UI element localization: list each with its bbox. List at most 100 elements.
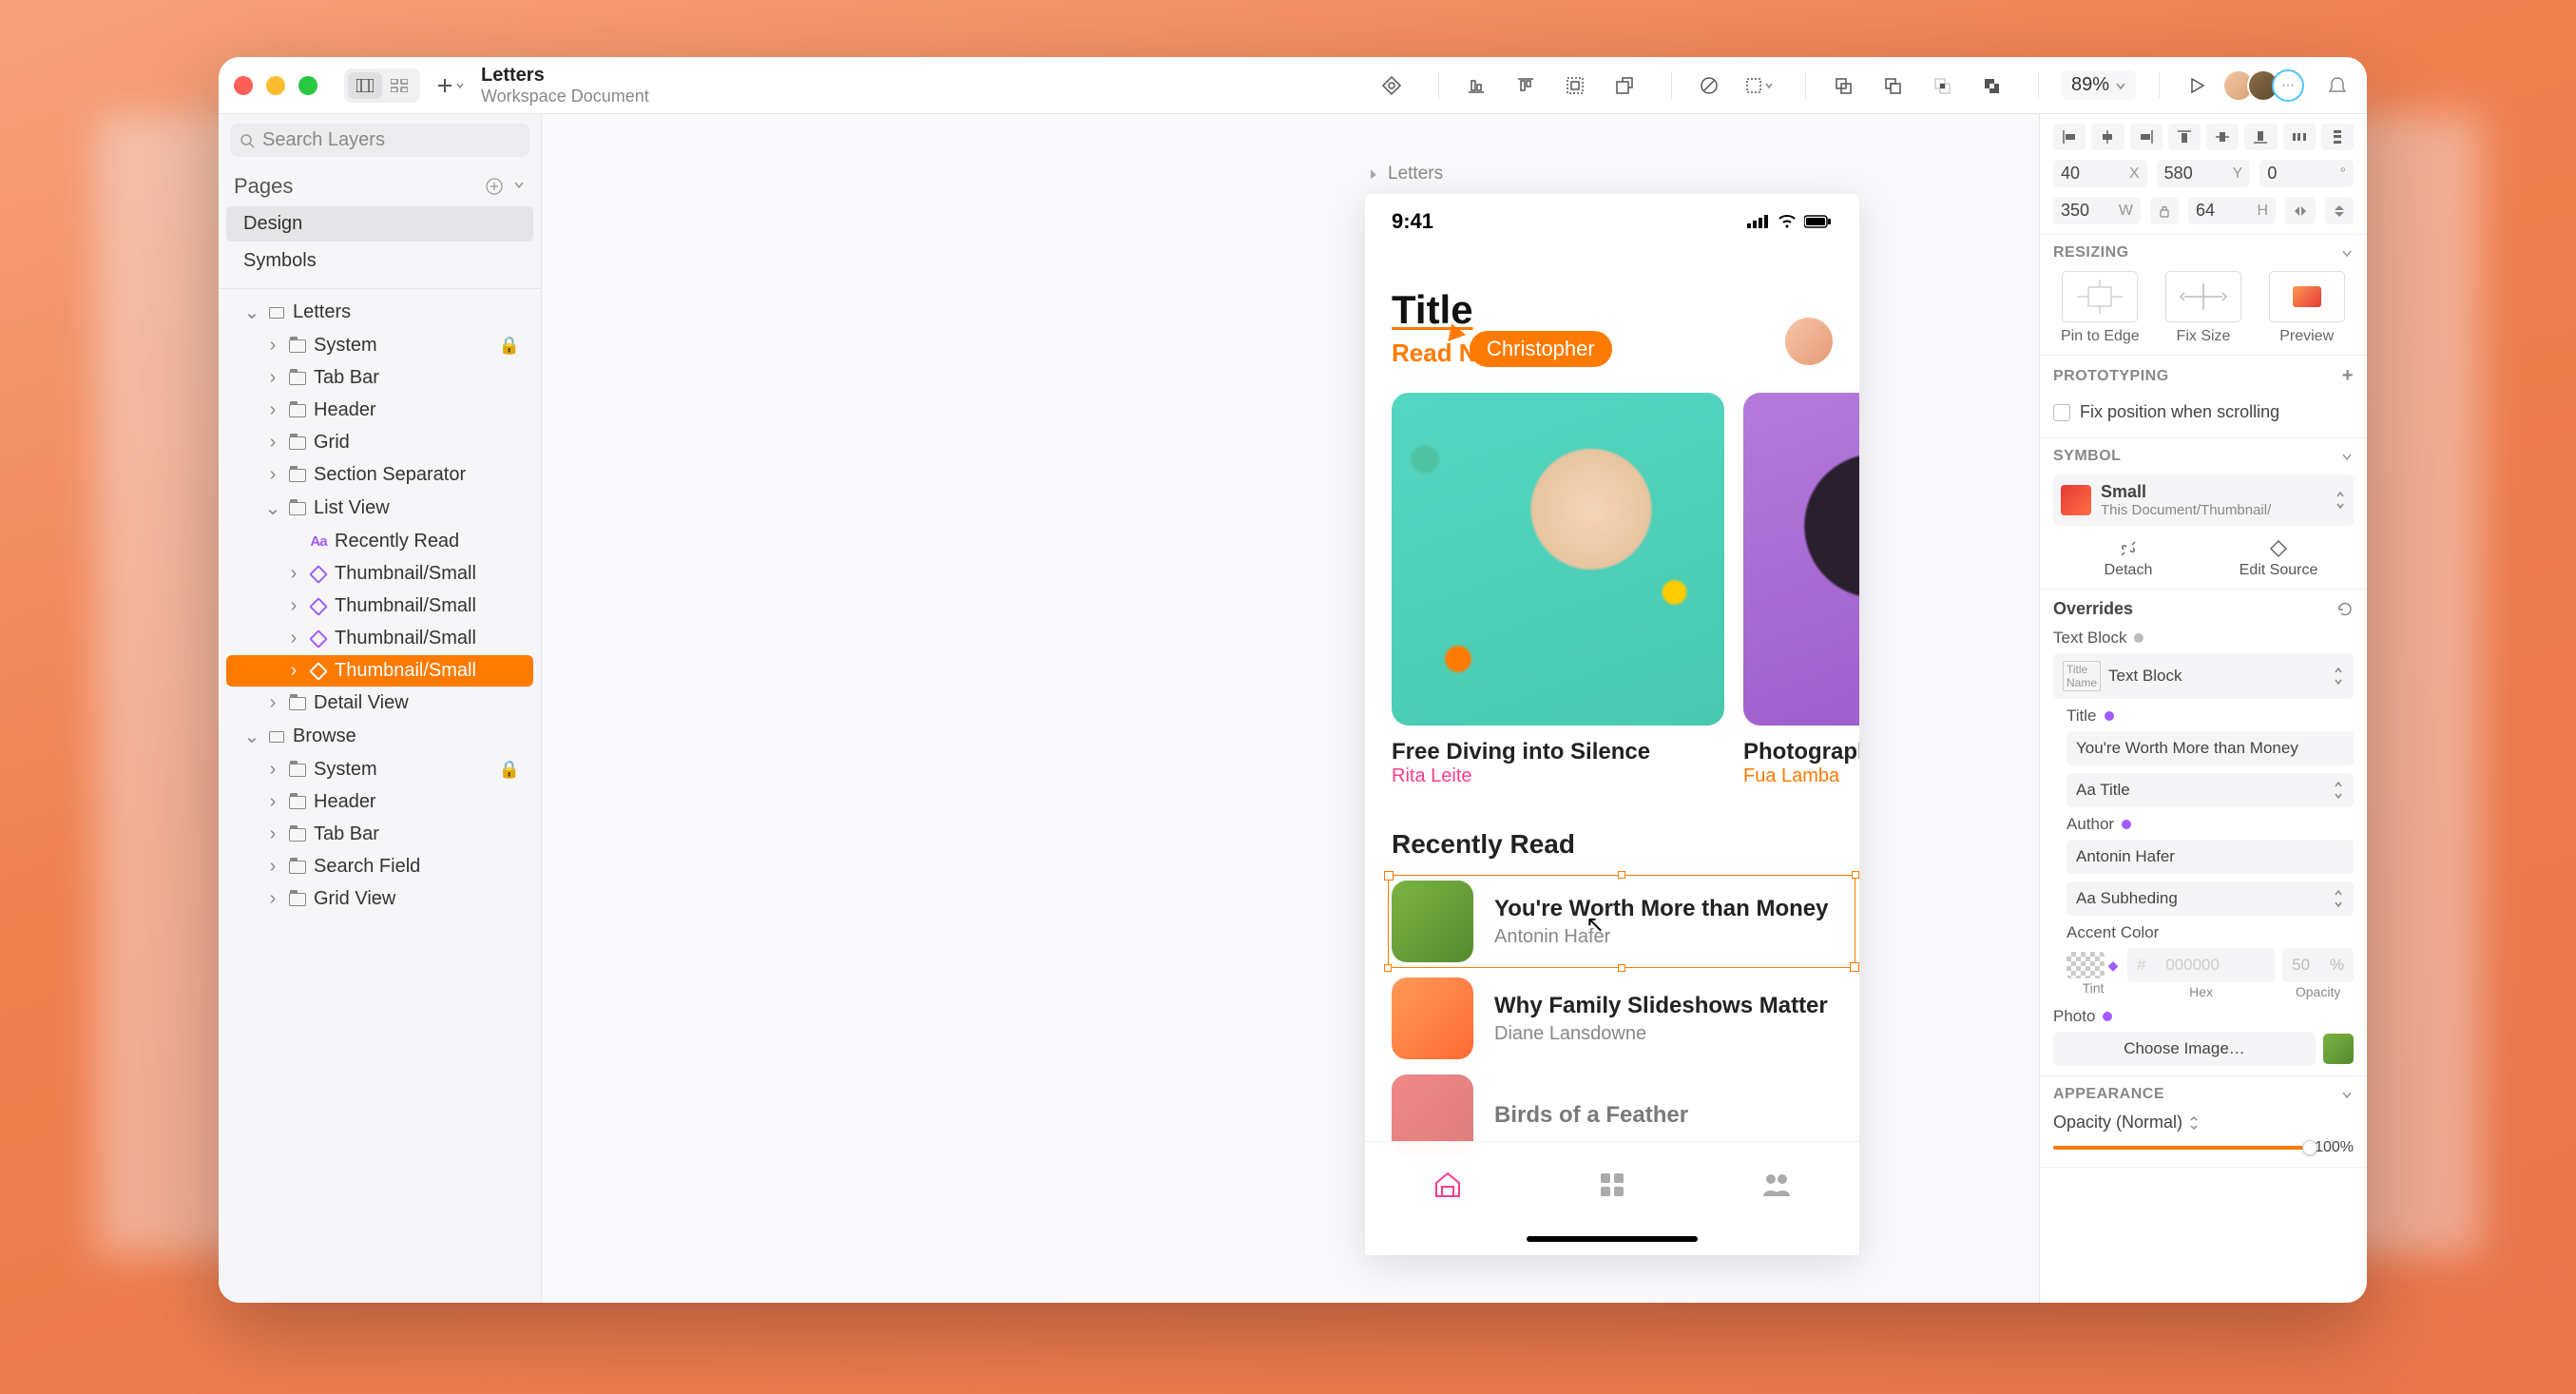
edit-source-button[interactable]: Edit Source bbox=[2203, 539, 2354, 579]
title-override-input[interactable]: You're Worth More than Money bbox=[2067, 731, 2354, 765]
hex-input[interactable]: # 000000 bbox=[2127, 948, 2275, 982]
align-bottom-button[interactable] bbox=[2244, 124, 2277, 150]
opacity-slider[interactable]: 100% bbox=[2053, 1138, 2354, 1157]
avatar-more[interactable]: ⋯ bbox=[2272, 69, 2304, 102]
layer-row[interactable]: ⌄Browse bbox=[226, 720, 533, 753]
layer-row[interactable]: ›Thumbnail/Small bbox=[226, 655, 533, 687]
panels-view-button[interactable] bbox=[348, 72, 382, 99]
layer-row[interactable]: ⌄List View bbox=[226, 492, 533, 525]
battery-icon bbox=[1804, 215, 1833, 228]
layer-row[interactable]: ›Search Field bbox=[226, 851, 533, 882]
inspector: 40X 580Y 0° 350W 64H RESIZING Pin to Edg… bbox=[2039, 114, 2367, 1303]
align-button-1[interactable] bbox=[1462, 71, 1490, 100]
zoom-control[interactable]: 89% bbox=[2062, 70, 2136, 100]
layer-row[interactable]: ›System🔒 bbox=[226, 754, 533, 785]
y-field[interactable]: 580Y bbox=[2157, 160, 2251, 187]
author-style-select[interactable]: Aa Subheding bbox=[2067, 881, 2354, 916]
x-field[interactable]: 40X bbox=[2053, 160, 2147, 187]
align-top-button[interactable] bbox=[2168, 124, 2201, 150]
w-field[interactable]: 350W bbox=[2053, 197, 2141, 224]
layer-row[interactable]: ›Header bbox=[226, 786, 533, 818]
align-right-button[interactable] bbox=[2130, 124, 2163, 150]
layer-row[interactable]: AaRecently Read bbox=[226, 526, 533, 557]
list-item-2[interactable]: Why Family Slideshows Matter Diane Lansd… bbox=[1365, 970, 1859, 1067]
layer-row[interactable]: ⌄Letters bbox=[226, 296, 533, 329]
status-bar: 9:41 bbox=[1365, 194, 1859, 242]
difference-button[interactable] bbox=[1977, 71, 2006, 100]
layer-row[interactable]: ›Thumbnail/Small bbox=[226, 558, 533, 590]
preview-option[interactable]: Preview bbox=[2259, 271, 2354, 345]
fix-position-checkbox-row[interactable]: Fix position when scrolling bbox=[2053, 397, 2354, 428]
layer-row[interactable]: ›Header bbox=[226, 395, 533, 426]
resizing-collapse-icon[interactable] bbox=[2340, 246, 2354, 260]
align-button-2[interactable] bbox=[1511, 71, 1540, 100]
minimize-window-button[interactable] bbox=[266, 76, 285, 95]
pages-collapse-button[interactable] bbox=[512, 178, 526, 195]
layer-row[interactable]: ›System🔒 bbox=[226, 330, 533, 361]
intersect-button[interactable] bbox=[1928, 71, 1956, 100]
list-item-1[interactable]: You're Worth More than Money Antonin Haf… bbox=[1365, 873, 1859, 970]
card-title-1: Free Diving into Silence bbox=[1392, 739, 1724, 765]
flip-v-button[interactable] bbox=[2325, 197, 2354, 224]
text-block-select[interactable]: TitleNameText Block bbox=[2053, 653, 2354, 699]
tint-swatch[interactable] bbox=[2067, 952, 2105, 978]
layer-row[interactable]: ›Grid bbox=[226, 427, 533, 458]
align-vcenter-button[interactable] bbox=[2206, 124, 2239, 150]
title-style-select[interactable]: Aa Title bbox=[2067, 773, 2354, 807]
preview-button[interactable] bbox=[2182, 71, 2211, 100]
lock-icon: 🔒 bbox=[499, 336, 526, 356]
lock-aspect-button[interactable] bbox=[2150, 197, 2179, 224]
artboard-label[interactable]: Letters bbox=[1369, 164, 1443, 184]
appearance-collapse-icon[interactable] bbox=[2340, 1088, 2354, 1101]
page-item[interactable]: Symbols bbox=[226, 243, 533, 279]
create-symbol-button[interactable] bbox=[1377, 71, 1406, 100]
align-hcenter-button[interactable] bbox=[2091, 124, 2124, 150]
union-button[interactable] bbox=[1829, 71, 1857, 100]
photo-thumbnail[interactable] bbox=[2323, 1034, 2354, 1064]
align-left-button[interactable] bbox=[2053, 124, 2086, 150]
add-prototype-button[interactable]: + bbox=[2342, 365, 2354, 387]
override-dot-icon bbox=[2105, 711, 2114, 721]
add-page-button[interactable] bbox=[486, 178, 503, 195]
choose-image-button[interactable]: Choose Image… bbox=[2053, 1032, 2316, 1066]
edit-button[interactable] bbox=[1695, 71, 1723, 100]
transform-button[interactable] bbox=[1744, 71, 1773, 100]
zoom-window-button[interactable] bbox=[298, 76, 317, 95]
layer-row[interactable]: ›Detail View bbox=[226, 687, 533, 719]
rotation-field[interactable]: 0° bbox=[2259, 160, 2354, 187]
distribute-v-button[interactable] bbox=[2321, 124, 2354, 150]
tidy-button[interactable] bbox=[1561, 71, 1589, 100]
fix-size-option[interactable]: Fix Size bbox=[2157, 271, 2251, 345]
layer-row[interactable]: ›Grid View bbox=[226, 883, 533, 915]
reset-overrides-button[interactable] bbox=[2336, 601, 2354, 618]
subtract-button[interactable] bbox=[1878, 71, 1907, 100]
color-opacity-input[interactable]: 50 % bbox=[2282, 948, 2354, 982]
layer-row[interactable]: ›Thumbnail/Small bbox=[226, 623, 533, 654]
notifications-button[interactable] bbox=[2323, 71, 2352, 100]
close-window-button[interactable] bbox=[234, 76, 253, 95]
distribute-h-button[interactable] bbox=[2283, 124, 2316, 150]
mobile-artboard[interactable]: 9:41 Title Christopher Read Now bbox=[1365, 194, 1859, 1255]
components-view-button[interactable] bbox=[382, 72, 416, 99]
opacity-mode-select[interactable]: Opacity (Normal) bbox=[2053, 1113, 2354, 1133]
scale-button[interactable] bbox=[1610, 71, 1639, 100]
layer-row[interactable]: ›Tab Bar bbox=[226, 362, 533, 394]
search-layers-input[interactable]: Search Layers bbox=[230, 124, 529, 157]
insert-button[interactable] bbox=[435, 71, 464, 100]
layer-row[interactable]: ›Section Separator bbox=[226, 459, 533, 491]
layer-row[interactable]: ›Tab Bar bbox=[226, 819, 533, 850]
layer-row[interactable]: ›Thumbnail/Small bbox=[226, 591, 533, 622]
pin-to-edge-option[interactable]: Pin to Edge bbox=[2053, 271, 2147, 345]
symbol-selector[interactable]: Small This Document/Thumbnail/ bbox=[2053, 474, 2354, 526]
lock-icon: 🔒 bbox=[499, 760, 526, 780]
collaborator-avatars[interactable]: ⋯ bbox=[2222, 69, 2304, 102]
symbol-collapse-icon[interactable] bbox=[2340, 450, 2354, 463]
flip-h-button[interactable] bbox=[2285, 197, 2316, 224]
detach-button[interactable]: Detach bbox=[2053, 539, 2203, 579]
h-field[interactable]: 64H bbox=[2188, 197, 2276, 224]
page-item[interactable]: Design bbox=[226, 206, 533, 242]
fix-position-checkbox[interactable] bbox=[2053, 404, 2070, 421]
author-override-input[interactable]: Antonin Hafer bbox=[2067, 840, 2354, 874]
home-indicator bbox=[1527, 1236, 1698, 1242]
doc-title: Letters bbox=[481, 65, 649, 87]
